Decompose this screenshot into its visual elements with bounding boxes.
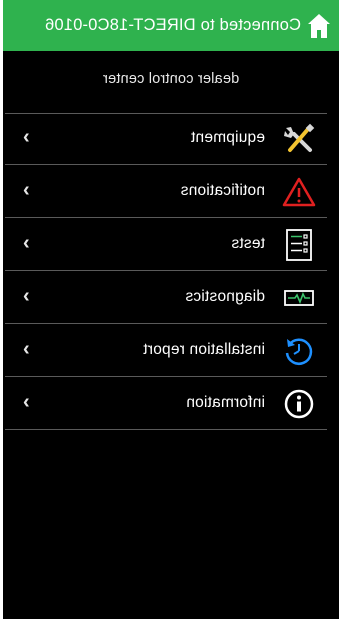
- menu-item-equipment[interactable]: equipment ›: [5, 114, 327, 165]
- connection-status-text: Connected to DIRECT-18C0-0106: [44, 16, 301, 34]
- chevron-right-icon: ›: [23, 232, 30, 254]
- clock-refresh-icon: [281, 333, 317, 369]
- checklist-icon: [281, 227, 317, 263]
- pulse-monitor-icon: [281, 280, 317, 316]
- menu-item-label: information: [186, 394, 265, 411]
- chevron-right-icon: ›: [23, 285, 30, 307]
- menu-list: equipment › notifications › tests › diag…: [5, 113, 327, 430]
- menu-item-label: tests: [231, 235, 265, 252]
- warning-icon: [281, 174, 317, 210]
- menu-item-label: installation report: [143, 341, 265, 358]
- chevron-right-icon: ›: [23, 338, 30, 360]
- menu-item-notifications[interactable]: notifications ›: [5, 167, 327, 218]
- chevron-right-icon: ›: [23, 126, 30, 148]
- tools-icon: [281, 121, 317, 157]
- menu-item-label: notifications: [180, 182, 265, 199]
- page-title: dealer control center: [102, 71, 240, 87]
- chevron-right-icon: ›: [23, 179, 30, 201]
- menu-item-diagnostics[interactable]: diagnostics ›: [5, 273, 327, 324]
- menu-item-label: diagnostics: [185, 288, 265, 305]
- info-icon: [281, 386, 317, 422]
- app-screen: Connected to DIRECT-18C0-0106 dealer con…: [3, 0, 339, 619]
- menu-item-information[interactable]: information ›: [5, 379, 327, 430]
- connection-status-bar: Connected to DIRECT-18C0-0106: [3, 0, 339, 51]
- menu-item-installation-report[interactable]: installation report ›: [5, 326, 327, 377]
- menu-item-tests[interactable]: tests ›: [5, 220, 327, 271]
- chevron-right-icon: ›: [23, 391, 30, 413]
- home-icon[interactable]: [301, 0, 337, 51]
- menu-item-label: equipment: [190, 129, 265, 146]
